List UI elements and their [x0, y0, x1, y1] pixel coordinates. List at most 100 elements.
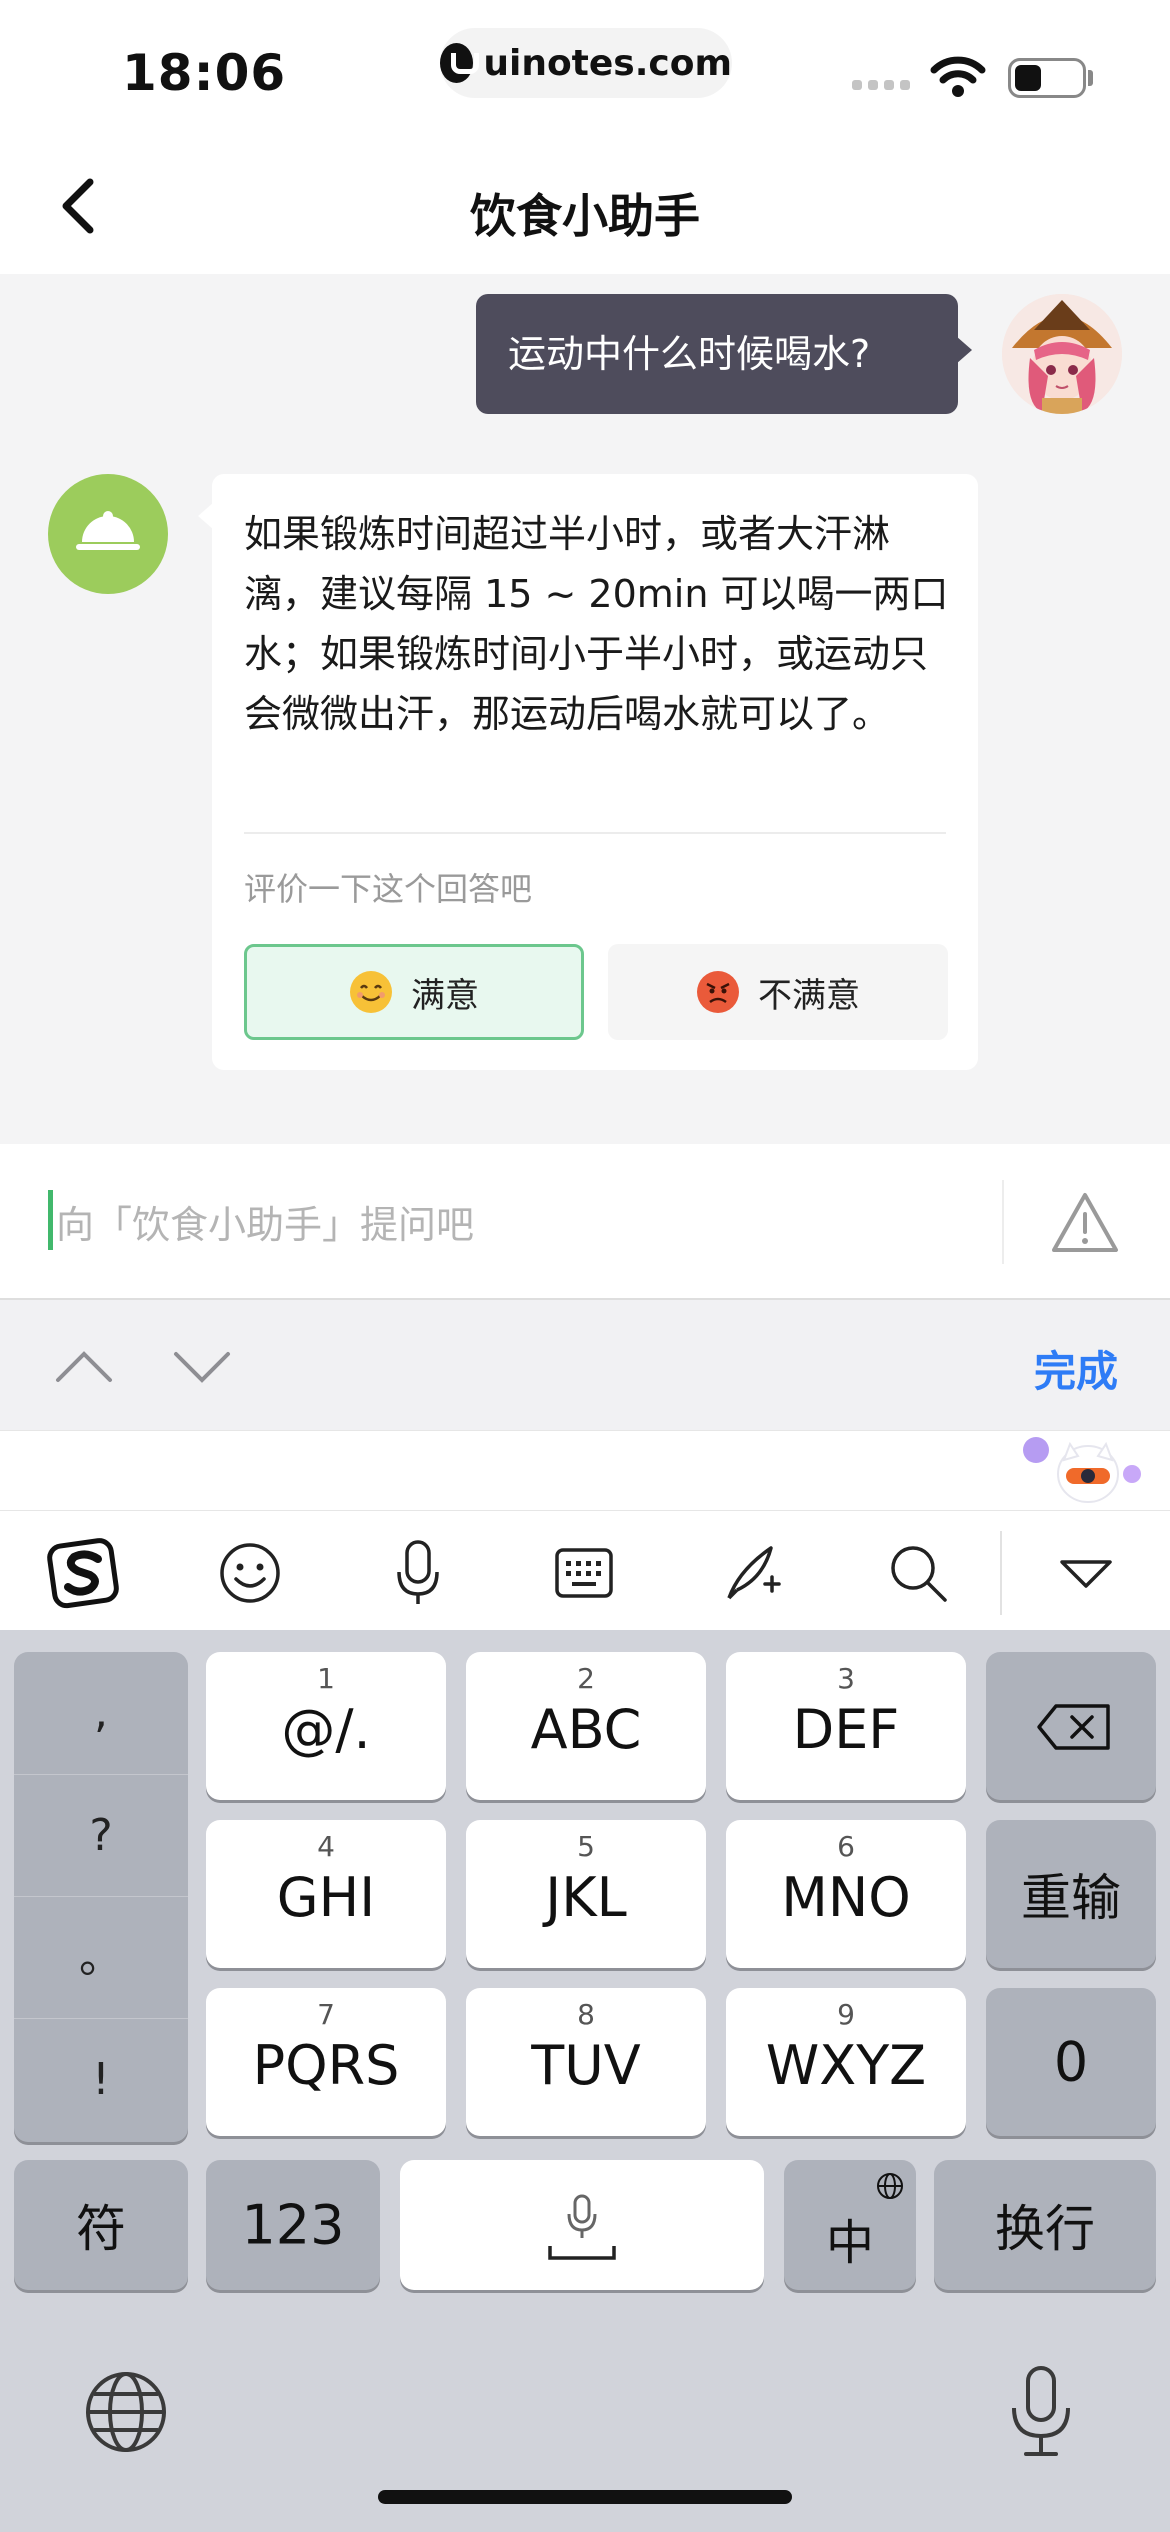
- nav-bar: 饮食小助手: [0, 140, 1170, 274]
- collapse-keyboard-icon[interactable]: [1046, 1535, 1126, 1611]
- emoji-icon[interactable]: [210, 1535, 290, 1611]
- key-number: 7: [317, 1998, 335, 2031]
- key-label: JKL: [545, 1866, 627, 1929]
- key-label: TUV: [531, 2034, 641, 2097]
- punctuation-column: , ? 。 !: [14, 1652, 188, 2142]
- candidate-strip[interactable]: [0, 1430, 1170, 1510]
- key-number: 2: [577, 1662, 595, 1695]
- key-number: 5: [577, 1830, 595, 1863]
- backspace-key[interactable]: [986, 1652, 1156, 1800]
- globe-icon[interactable]: [84, 2370, 168, 2454]
- backspace-icon: [1037, 1704, 1110, 1750]
- page-title: 饮食小助手: [470, 189, 700, 243]
- sogou-logo-icon[interactable]: [44, 1535, 124, 1611]
- key-label: PQRS: [252, 2034, 400, 2097]
- bot-answer-text: 如果锻炼时间超过半小时，或者大汗淋漓，建议每隔 15 ~ 20min 可以喝一两…: [244, 512, 949, 736]
- unsatisfied-label: 不满意: [758, 975, 860, 1016]
- cloche-icon: [76, 511, 140, 550]
- globe-small-icon: [877, 2173, 903, 2199]
- bot-avatar: [48, 474, 168, 594]
- key-label: @/.: [281, 1698, 371, 1761]
- key-9[interactable]: 9 WXYZ: [726, 1988, 966, 2136]
- key-8[interactable]: 8 TUV: [466, 1988, 706, 2136]
- cellular-signal-icon: [852, 80, 910, 90]
- divider: [244, 832, 946, 834]
- key-5[interactable]: 5 JKL: [466, 1820, 706, 1968]
- key-7[interactable]: 7 PQRS: [206, 1988, 446, 2136]
- search-icon[interactable]: [878, 1535, 958, 1611]
- keyboard-accessory-bar: 完成: [0, 1300, 1170, 1430]
- key-number: 6: [837, 1830, 855, 1863]
- text-caret: [48, 1190, 53, 1250]
- zero-key[interactable]: 0: [986, 1988, 1156, 2136]
- key-label: MNO: [781, 1866, 911, 1929]
- key-number: 8: [577, 1998, 595, 2031]
- warning-icon[interactable]: [1050, 1190, 1120, 1256]
- key-label: ABC: [530, 1698, 642, 1761]
- divider: [1000, 1531, 1002, 1615]
- voice-input-icon[interactable]: [378, 1535, 458, 1611]
- space-key[interactable]: [400, 2160, 764, 2290]
- ime-mascot-icon[interactable]: [1016, 1432, 1146, 1504]
- angry-emoji-icon: [697, 971, 739, 1013]
- chinese-lang-key[interactable]: 中: [784, 2160, 916, 2290]
- key-label: 123: [241, 2193, 345, 2257]
- satisfied-label: 满意: [411, 975, 479, 1016]
- bot-answer-card: 如果锻炼时间超过半小时，或者大汗淋漓，建议每隔 15 ~ 20min 可以喝一两…: [198, 474, 978, 1070]
- site-logo-icon: [440, 43, 480, 83]
- t9-keyboard: , ? 。 ! 1 @/. 2 ABC 3 DEF 4 GHI 5 JKL 6 …: [0, 1630, 1170, 2532]
- key-label: WXYZ: [765, 2034, 927, 2097]
- punct-key[interactable]: ,: [14, 1652, 188, 1774]
- key-1[interactable]: 1 @/.: [206, 1652, 446, 1800]
- chat-area[interactable]: 运动中什么时候喝水? 如果锻炼时间超过半小时，或者大汗淋漓，建议每隔 15 ~ …: [0, 274, 1170, 1144]
- url-pill[interactable]: uinotes.com: [440, 28, 732, 98]
- dictation-mic-icon[interactable]: [1006, 2364, 1076, 2460]
- key-label: 中: [825, 2215, 874, 2271]
- user-message-bubble: 运动中什么时候喝水?: [476, 294, 972, 414]
- key-3[interactable]: 3 DEF: [726, 1652, 966, 1800]
- ime-toolbar: [0, 1510, 1170, 1630]
- next-field-icon[interactable]: [172, 1346, 232, 1386]
- enter-key[interactable]: 换行: [934, 2160, 1156, 2290]
- punct-key[interactable]: !: [14, 2018, 188, 2140]
- key-number: 4: [317, 1830, 335, 1863]
- message-input[interactable]: 向「饮食小助手」提问吧: [56, 1194, 474, 1249]
- status-bar: 18:06 uinotes.com: [0, 0, 1170, 140]
- done-button[interactable]: 完成: [1034, 1338, 1118, 1399]
- key-label: 符: [76, 2200, 126, 2258]
- key-2[interactable]: 2 ABC: [466, 1652, 706, 1800]
- key-label: DEF: [792, 1698, 900, 1761]
- message-input-bar: 向「饮食小助手」提问吧: [0, 1144, 1170, 1300]
- battery-tip: [1088, 70, 1093, 86]
- back-chevron-icon[interactable]: [50, 170, 120, 240]
- key-label: 换行: [995, 2200, 1095, 2258]
- user-avatar[interactable]: [1002, 294, 1122, 414]
- handwriting-icon[interactable]: [712, 1535, 792, 1611]
- smile-emoji-icon: [350, 971, 392, 1013]
- punct-key[interactable]: ?: [14, 1774, 188, 1896]
- status-time: 18:06: [122, 44, 287, 102]
- symbols-key[interactable]: 符: [14, 2160, 188, 2290]
- key-6[interactable]: 6 MNO: [726, 1820, 966, 1968]
- previous-field-icon[interactable]: [54, 1346, 114, 1386]
- home-indicator[interactable]: [378, 2490, 792, 2504]
- rate-prompt: 评价一下这个回答吧: [244, 870, 533, 908]
- wifi-icon: [930, 56, 986, 97]
- punct-key[interactable]: 。: [14, 1896, 188, 2018]
- url-text: uinotes.com: [483, 42, 732, 84]
- key-label: 0: [1053, 2030, 1089, 2094]
- battery-level: [1015, 65, 1041, 91]
- numbers-key[interactable]: 123: [206, 2160, 380, 2290]
- reenter-key[interactable]: 重输: [986, 1820, 1156, 1968]
- keyboard-layout-icon[interactable]: [544, 1535, 624, 1611]
- key-4[interactable]: 4 GHI: [206, 1820, 446, 1968]
- key-number: 9: [837, 1998, 855, 2031]
- key-number: 3: [837, 1662, 855, 1695]
- key-number: 1: [317, 1662, 335, 1695]
- key-label: GHI: [276, 1866, 376, 1929]
- satisfied-button[interactable]: 满意: [244, 944, 584, 1040]
- battery-icon: [1008, 58, 1086, 98]
- unsatisfied-button[interactable]: 不满意: [608, 944, 948, 1040]
- key-label: 重输: [1021, 1869, 1121, 1927]
- divider: [1002, 1180, 1004, 1264]
